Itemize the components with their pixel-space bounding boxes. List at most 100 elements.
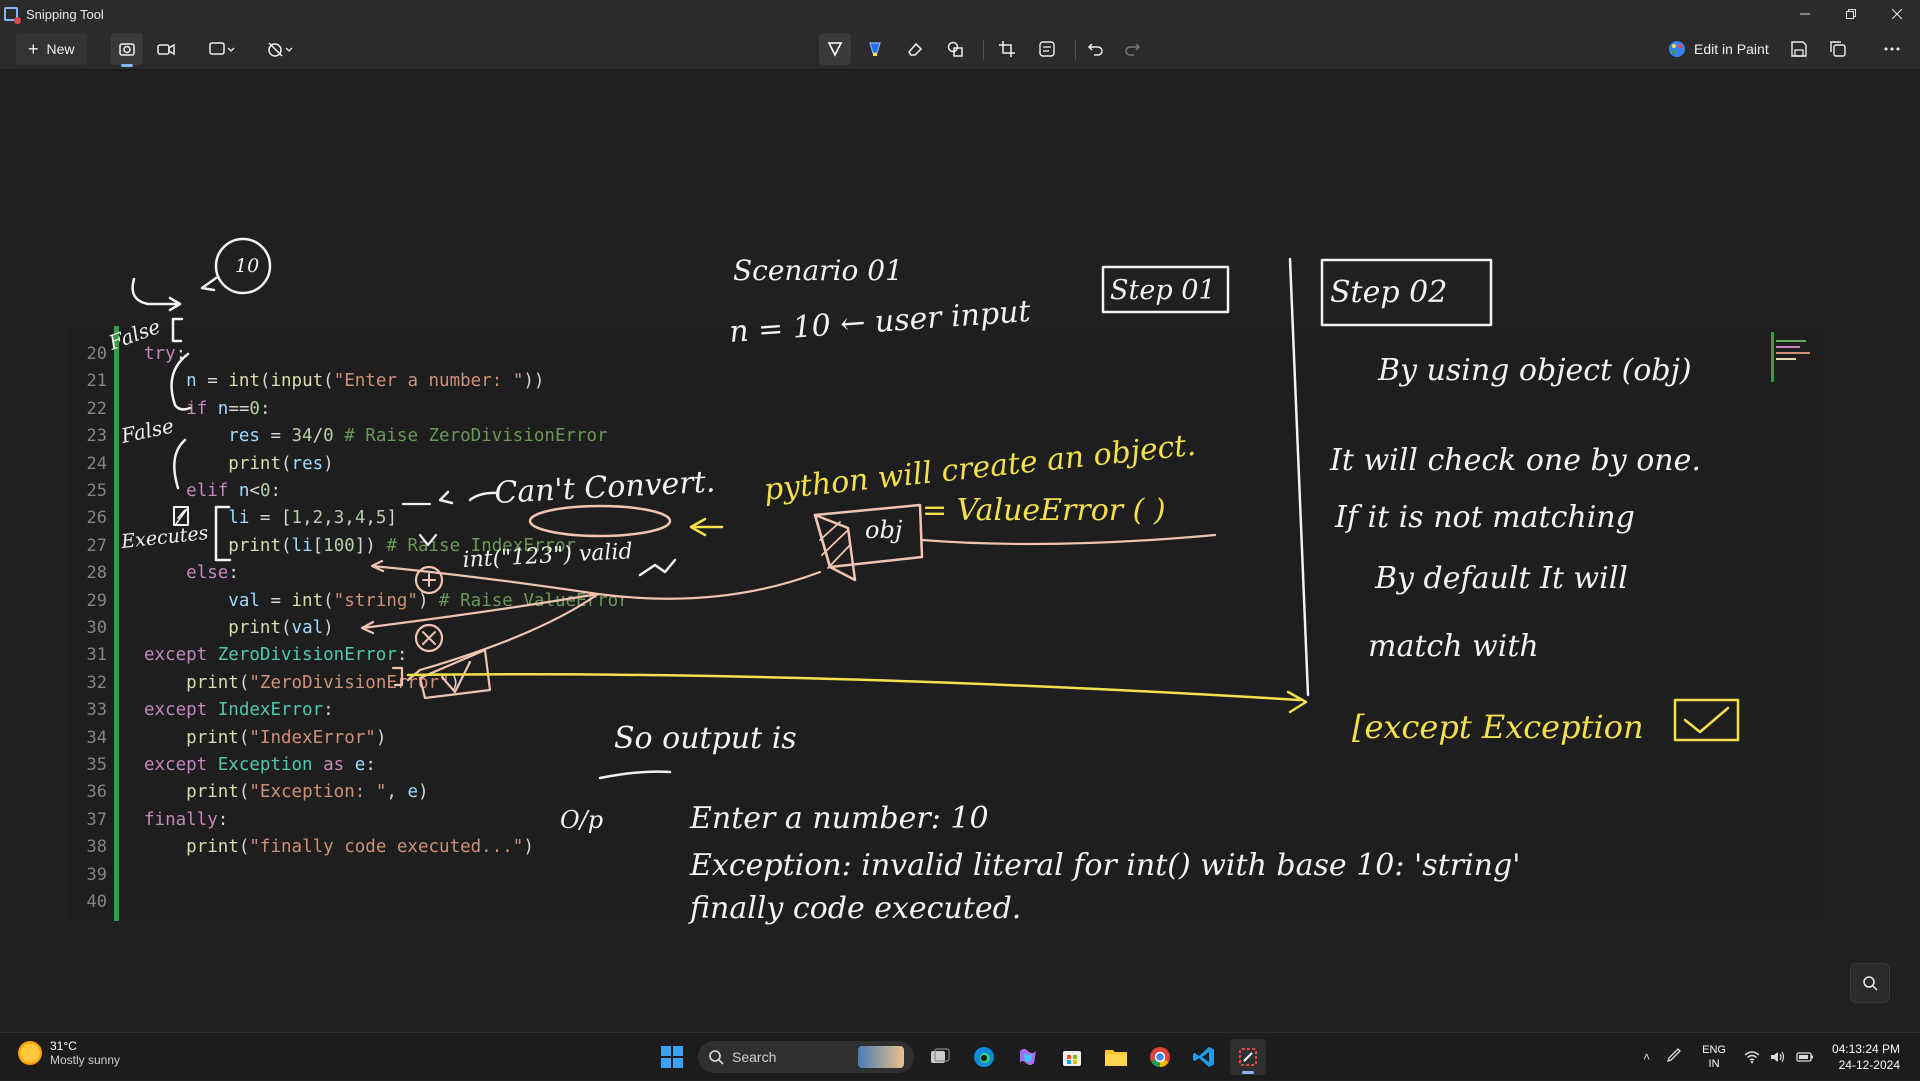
- new-snip-button[interactable]: + New: [16, 33, 87, 65]
- edge-icon: [974, 1047, 994, 1067]
- zoom-icon: [1863, 976, 1878, 991]
- windows-logo-icon: [661, 1046, 683, 1068]
- text-actions-icon: [1039, 41, 1055, 57]
- chrome-taskbar-button[interactable]: [1142, 1039, 1178, 1075]
- highlighter-icon: [869, 42, 881, 56]
- code-line: print("ZeroDivisionError"): [186, 672, 461, 693]
- pen-menu-icon[interactable]: [1666, 1047, 1682, 1068]
- copy-button[interactable]: [1822, 33, 1854, 65]
- shapes-button[interactable]: [939, 33, 971, 65]
- line-number: 35: [86, 755, 107, 775]
- vscode-icon: [1193, 1047, 1214, 1067]
- code-line: elif n<0:: [186, 481, 282, 501]
- line-number: 22: [86, 398, 107, 419]
- new-label: New: [46, 41, 75, 57]
- toolbar-divider: [983, 40, 984, 60]
- save-icon: [1791, 41, 1807, 57]
- speaker-icon: [1770, 1051, 1785, 1063]
- taskbar-search-box[interactable]: Search: [698, 1041, 914, 1073]
- save-button[interactable]: [1783, 33, 1815, 65]
- search-label: Search: [732, 1049, 777, 1065]
- code-line: try:: [144, 344, 187, 364]
- close-icon[interactable]: [1874, 0, 1920, 28]
- language-top: ENG: [1702, 1044, 1726, 1056]
- camera-icon: [119, 43, 135, 56]
- copilot-icon: [1020, 1049, 1036, 1065]
- line-number: 34: [86, 727, 107, 748]
- line-number: 24: [86, 453, 107, 474]
- line-number: 21: [86, 371, 107, 392]
- line-number: 20: [86, 344, 107, 364]
- code-line: n = int(input("Enter a number: ")): [186, 371, 545, 392]
- wifi-icon: [1744, 1051, 1760, 1064]
- input-language-indicator[interactable]: ENG IN: [1702, 1043, 1726, 1071]
- line-number: 26: [86, 508, 107, 529]
- weather-widget[interactable]: 31°C Mostly sunny: [18, 1039, 120, 1067]
- code-line: li = [1,2,3,4,5]: [228, 508, 397, 529]
- weather-temperature: 31°C: [50, 1039, 77, 1053]
- quick-settings[interactable]: [1744, 1050, 1814, 1064]
- edge-taskbar-button[interactable]: [966, 1039, 1002, 1075]
- task-view-icon: [931, 1048, 950, 1063]
- record-mode-button[interactable]: [150, 33, 182, 65]
- snipping-tool-taskbar-button[interactable]: [1230, 1039, 1266, 1075]
- line-number-gutter: 20 21 22 23 24 25 26 27 28 29 30 31 32 33 34 35 36 37 38 39…: [67, 326, 113, 921]
- search-icon: [709, 1050, 724, 1065]
- redo-button[interactable]: [1116, 33, 1148, 65]
- system-tray: ˄ ENG IN 04:13:24 PM 24-12-2024: [1643, 1033, 1920, 1081]
- title-bar: Snipping Tool: [0, 0, 1920, 28]
- screenshot-mode-button[interactable]: [111, 33, 143, 67]
- code-line: except Exception as e:: [144, 755, 376, 775]
- taskbar-clock[interactable]: 04:13:24 PM 24-12-2024: [1832, 1041, 1920, 1073]
- minimize-icon[interactable]: [1782, 0, 1828, 28]
- line-number: 38: [86, 837, 107, 858]
- crop-icon: [999, 41, 1015, 57]
- code-line: except IndexError:: [144, 700, 334, 721]
- folder-icon: [1105, 1050, 1127, 1066]
- code-line: print(val): [228, 618, 334, 638]
- store-taskbar-button[interactable]: [1054, 1039, 1090, 1075]
- chrome-icon: [1150, 1047, 1170, 1068]
- file-explorer-taskbar-button[interactable]: [1098, 1039, 1134, 1075]
- vscode-taskbar-button[interactable]: [1186, 1039, 1222, 1075]
- code-line: print(res): [228, 453, 334, 474]
- highlighter-button[interactable]: [859, 33, 891, 65]
- text-actions-button[interactable]: [1031, 33, 1063, 65]
- undo-button[interactable]: [1080, 33, 1112, 65]
- eraser-icon: [908, 42, 923, 56]
- ballpoint-pen-button[interactable]: [819, 33, 851, 65]
- line-number: 28: [86, 563, 107, 584]
- code-line: except ZeroDivisionError:: [144, 645, 408, 666]
- code-line: val = int("string") # Raise ValueError: [228, 590, 629, 611]
- more-options-button[interactable]: [1876, 33, 1908, 65]
- start-button[interactable]: [654, 1039, 690, 1075]
- crop-button[interactable]: [991, 33, 1023, 65]
- windows-taskbar: 31°C Mostly sunny Search ˄ ENG IN 04:13:…: [0, 1032, 1920, 1080]
- task-view-button[interactable]: [922, 1039, 958, 1075]
- line-number: 37: [86, 809, 107, 830]
- delay-dropdown[interactable]: [258, 33, 302, 65]
- undo-icon: [1087, 43, 1103, 56]
- line-number: 33: [86, 700, 107, 721]
- copy-icon: [1830, 41, 1846, 57]
- edit-in-paint-button[interactable]: Edit in Paint: [1668, 33, 1769, 65]
- line-number: 25: [86, 481, 107, 501]
- snipping-tool-icon: [1239, 1048, 1257, 1066]
- line-number: 27: [86, 535, 107, 556]
- shapes-icon: [947, 41, 963, 57]
- window-title: Snipping Tool: [26, 6, 104, 22]
- snipping-tool-app-icon: [4, 7, 21, 24]
- code-line: if n==0:: [186, 398, 271, 419]
- snip-shape-dropdown[interactable]: [200, 33, 244, 65]
- copilot-taskbar-button[interactable]: [1010, 1039, 1046, 1075]
- zoom-button[interactable]: [1850, 963, 1890, 1003]
- redo-icon: [1125, 43, 1141, 56]
- eraser-button[interactable]: [899, 33, 931, 65]
- search-highlight-icon: [858, 1046, 904, 1068]
- restore-icon[interactable]: [1828, 0, 1874, 28]
- battery-icon: [1796, 1052, 1813, 1062]
- show-hidden-icons-chevron-icon[interactable]: ˄: [1643, 1050, 1650, 1064]
- git-change-bar: [114, 326, 119, 921]
- minimap: [1764, 326, 1824, 386]
- captured-code-screenshot: 20 21 22 23 24 25 26 27 28 29 30 31 32 33 34 35 36 37 38 39…: [67, 326, 1824, 921]
